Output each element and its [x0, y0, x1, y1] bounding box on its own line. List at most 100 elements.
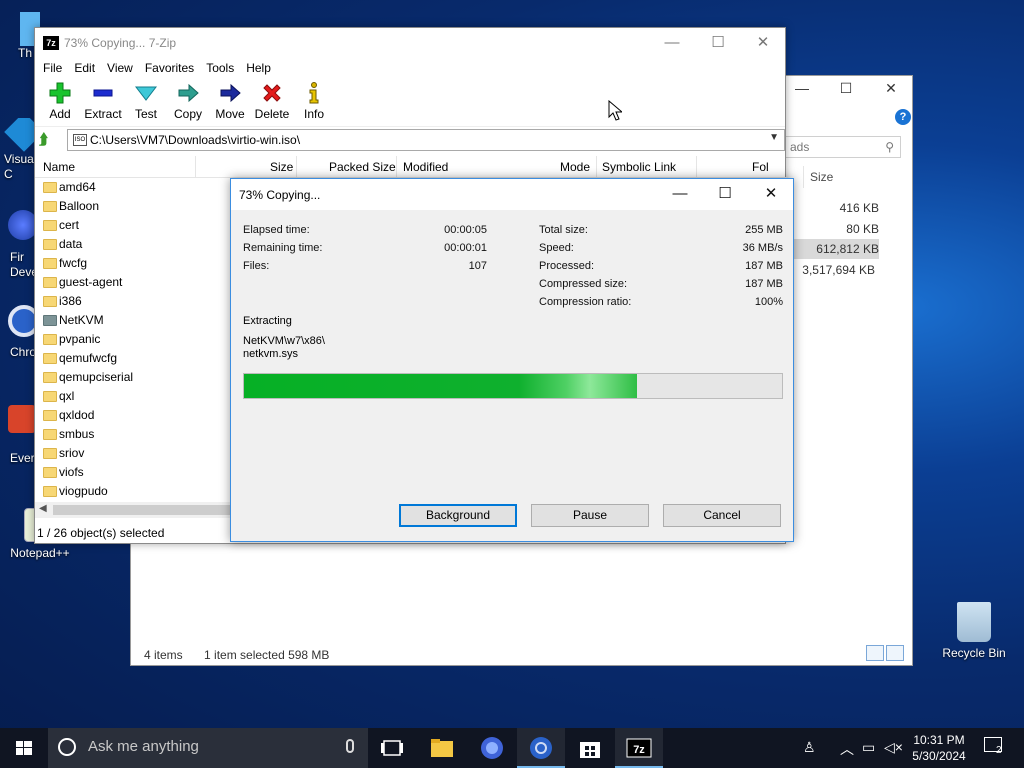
column-size[interactable]: Size	[270, 160, 293, 174]
folder-icon	[43, 201, 57, 212]
list-item[interactable]: data	[35, 235, 235, 254]
folder-icon	[43, 239, 57, 250]
scrollbar-thumb[interactable]	[53, 505, 233, 515]
menu-file[interactable]: File	[37, 58, 68, 78]
move-label: Move	[215, 107, 245, 121]
add-button[interactable]: Add	[39, 78, 81, 126]
column-modified[interactable]: Modified	[403, 160, 448, 174]
size-cell: 612,812 KB	[791, 239, 879, 259]
total-size-value: 255 MB	[745, 224, 783, 236]
add-label: Add	[49, 107, 71, 121]
list-item[interactable]: fwcfg	[35, 254, 235, 273]
taskbar-7zip[interactable]: 7z	[615, 728, 663, 768]
minimize-button[interactable]: —	[649, 32, 695, 54]
info-button[interactable]: Info	[293, 78, 335, 126]
close-button[interactable]: ✕	[740, 32, 786, 54]
cancel-button[interactable]: Cancel	[663, 504, 781, 527]
test-button[interactable]: Test	[125, 78, 167, 126]
mouse-cursor-icon	[608, 100, 622, 121]
column-name[interactable]: Name	[43, 160, 75, 174]
sevenzip-titlebar[interactable]: 7z 73% Copying... 7-Zip — ☐ ✕	[35, 28, 785, 58]
horizontal-scrollbar[interactable]: ◀	[35, 502, 235, 518]
explorer-search-input[interactable]: ads ⚲	[783, 136, 901, 158]
up-folder-icon[interactable]: ⮭	[39, 131, 48, 148]
list-item[interactable]: guest-agent	[35, 273, 235, 292]
background-button[interactable]: Background	[399, 504, 517, 527]
column-mode[interactable]: Mode	[560, 160, 590, 174]
list-item[interactable]: amd64	[35, 178, 235, 197]
extract-button[interactable]: Extract	[81, 78, 125, 126]
volume-muted-icon[interactable]: ◁×	[884, 739, 903, 756]
list-item[interactable]: NetKVM	[35, 311, 235, 330]
dialog-close-button[interactable]: ✕	[749, 183, 793, 205]
explorer-maximize-button[interactable]: ☐	[823, 80, 869, 102]
speed-row: Speed: 36 MB/s	[539, 242, 783, 254]
dialog-titlebar[interactable]: 73% Copying... — ☐ ✕	[231, 179, 793, 210]
network-icon[interactable]: ▭	[862, 739, 875, 756]
column-separator	[195, 156, 196, 178]
folder-icon	[43, 315, 57, 326]
taskbar-store[interactable]	[566, 728, 614, 768]
column-folders[interactable]: Fol	[752, 160, 769, 174]
list-item-label: i386	[59, 294, 82, 308]
delete-button[interactable]: Delete	[251, 78, 293, 126]
pause-button[interactable]: Pause	[531, 504, 649, 527]
column-packed-size[interactable]: Packed Size	[329, 160, 396, 174]
taskbar-chrome[interactable]	[517, 728, 565, 768]
clock[interactable]: 10:31 PM 5/30/2024	[904, 732, 974, 764]
list-item[interactable]: smbus	[35, 425, 235, 444]
dialog-maximize-button[interactable]: ☐	[703, 183, 747, 205]
list-item[interactable]: viogpudo	[35, 482, 235, 501]
chevron-left-icon[interactable]: ◀	[39, 503, 47, 514]
menu-help[interactable]: Help	[240, 58, 277, 78]
list-item[interactable]: pvpanic	[35, 330, 235, 349]
taskbar-file-explorer[interactable]	[418, 728, 466, 768]
move-button[interactable]: Move	[209, 78, 251, 126]
list-item[interactable]: sriov	[35, 444, 235, 463]
large-icons-view-icon[interactable]	[886, 645, 904, 661]
list-item[interactable]: qxldod	[35, 406, 235, 425]
taskbar-search-box[interactable]: Ask me anything	[48, 728, 368, 768]
compressed-size-row: Compressed size: 187 MB	[539, 278, 783, 290]
list-item[interactable]: viofs	[35, 463, 235, 482]
column-symbolic-link[interactable]: Symbolic Link	[602, 160, 676, 174]
copy-progress-dialog[interactable]: 73% Copying... — ☐ ✕ Elapsed time: 00:00…	[230, 178, 794, 542]
folder-icon	[43, 448, 57, 459]
list-item-label: fwcfg	[59, 256, 88, 270]
menu-tools[interactable]: Tools	[200, 58, 240, 78]
chevron-up-icon[interactable]: ︿	[840, 739, 854, 759]
taskbar-firefox[interactable]	[468, 728, 516, 768]
list-item[interactable]: cert	[35, 216, 235, 235]
address-input[interactable]: C:\Users\VM7\Downloads\virtio-win.iso\	[67, 129, 785, 151]
list-item[interactable]: i386	[35, 292, 235, 311]
task-view-button[interactable]	[368, 728, 416, 768]
list-item[interactable]: qemufwcfg	[35, 349, 235, 368]
menu-edit[interactable]: Edit	[68, 58, 101, 78]
details-view-icon[interactable]	[866, 645, 884, 661]
chevron-down-icon[interactable]: ▼	[769, 132, 779, 143]
action-center-icon[interactable]: 2	[984, 737, 1002, 756]
size-cell: 3,517,694 KB	[802, 263, 875, 277]
microphone-icon[interactable]	[346, 739, 354, 753]
menu-view[interactable]: View	[101, 58, 139, 78]
explorer-column-size[interactable]: Size	[803, 166, 903, 188]
explorer-close-button[interactable]: ✕	[868, 80, 914, 102]
copy-button[interactable]: Copy	[167, 78, 209, 126]
folder-icon	[43, 429, 57, 440]
dialog-minimize-button[interactable]: —	[658, 183, 702, 205]
help-icon[interactable]: ?	[895, 109, 911, 125]
menu-favorites[interactable]: Favorites	[139, 58, 200, 78]
maximize-button[interactable]: ☐	[695, 32, 741, 54]
list-item[interactable]: qemupciserial	[35, 368, 235, 387]
list-item-label: Balloon	[59, 199, 100, 213]
recycle-bin-icon	[957, 602, 991, 642]
toolbar: Add Extract Test Copy Move Delete Info	[35, 78, 785, 126]
list-item-label: qemufwcfg	[59, 351, 118, 365]
desktop-icon-recycle-bin[interactable]: Recycle Bin	[934, 602, 1014, 660]
files-row: Files: 107	[243, 260, 487, 272]
people-icon[interactable]: ♙	[803, 739, 816, 756]
list-item[interactable]: Balloon	[35, 197, 235, 216]
start-button[interactable]	[0, 728, 48, 768]
list-item[interactable]: qxl	[35, 387, 235, 406]
elapsed-time-row: Elapsed time: 00:00:05	[243, 224, 487, 236]
